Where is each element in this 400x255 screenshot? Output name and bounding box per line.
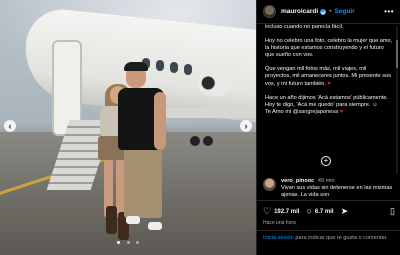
caption-paragraph: Hace un año dijimos 'Acá estamos' públic…	[265, 95, 393, 116]
carousel-dot	[135, 241, 139, 244]
plane-wheel	[190, 136, 200, 146]
comment-text: Vivan sus vidas sin detenerse en las mis…	[281, 185, 393, 198]
smile-emoji-icon: ☺	[371, 101, 378, 108]
post-actions: ♡ 192.7 mil ○ 6.7 mil ➤ ▯	[257, 200, 400, 222]
post-header: mauroicardi • Seguir •••	[257, 0, 400, 24]
post-caption: incluso cuando no parecía fácil. Hoy no …	[257, 24, 400, 174]
verified-badge-icon	[320, 8, 327, 15]
comment-username[interactable]: vero_pinooc	[281, 178, 314, 184]
carousel-next-button[interactable]: ›	[240, 120, 252, 132]
login-link[interactable]: Inicia sesión	[263, 235, 294, 241]
caption-paragraph: Que vengan mil fotos más, mil viajes, mi…	[265, 66, 393, 87]
post-timestamp: Hace una hora	[263, 220, 296, 226]
caption-paragraph: Hoy no celebro una foto, celebro la muje…	[265, 38, 393, 59]
load-more-comments-button[interactable]: +	[321, 156, 331, 166]
woman-boot	[106, 206, 117, 234]
heart-emoji-icon: ♥	[339, 108, 344, 115]
comment-timestamp: 49 min	[317, 178, 335, 184]
mention-link[interactable]: @sangrejaponesa	[293, 109, 339, 115]
caption-line: incluso cuando no parecía fácil.	[265, 24, 344, 30]
more-options-icon[interactable]: •••	[384, 7, 394, 16]
caption-text: Hoy te digo, 'Acá me quedo' para siempre…	[265, 101, 371, 108]
plane-wheel	[203, 136, 213, 146]
carousel-indicator	[0, 231, 256, 249]
post-photo[interactable]: ‹ ›	[0, 0, 256, 255]
login-prompt-text: para indicar que te gusta o comentar.	[295, 235, 388, 241]
carousel-dot	[117, 241, 121, 244]
plane-window	[156, 60, 164, 71]
username-link[interactable]: mauroicardi	[281, 8, 318, 15]
share-icon: ➤	[340, 206, 349, 216]
comment-avatar[interactable]	[263, 178, 276, 191]
man-pants	[124, 148, 162, 218]
comment-icon: ○	[306, 206, 312, 216]
post-side-panel: mauroicardi • Seguir ••• incluso cuando …	[256, 0, 400, 255]
man-shoe	[148, 222, 162, 230]
follow-button[interactable]: Seguir	[335, 8, 355, 15]
heart-emoji-icon: ♥	[327, 80, 331, 87]
caption-text: Hace un año dijimos 'Acá estamos' públic…	[265, 94, 389, 101]
share-button[interactable]: ➤	[341, 207, 349, 216]
separator: •	[329, 8, 332, 15]
avatar[interactable]	[263, 5, 276, 18]
plane-engine	[198, 70, 232, 96]
like-count: 192.7 mil	[274, 208, 300, 215]
comment-button[interactable]: ○ 6.7 mil	[306, 207, 333, 216]
carousel-prev-button[interactable]: ‹	[4, 120, 16, 132]
scrollbar-thumb[interactable]	[396, 40, 398, 68]
carousel-dot	[126, 241, 130, 244]
caption-text: Te Amo mi	[265, 108, 292, 115]
comment-body: vero_pinooc 49 min Vivan sus vidas sin d…	[281, 178, 395, 199]
plane-window	[170, 62, 178, 73]
plus-icon: +	[323, 156, 329, 165]
man-arm	[154, 92, 166, 150]
comment-item: vero_pinooc 49 min Vivan sus vidas sin d…	[263, 178, 395, 199]
login-prompt: Inicia sesión para indicar que te gusta …	[257, 230, 400, 243]
comment-count: 6.7 mil	[314, 208, 334, 215]
like-button[interactable]: ♡ 192.7 mil	[263, 207, 299, 216]
chevron-right-icon: ›	[244, 121, 248, 131]
bookmark-icon[interactable]: ▯	[390, 207, 395, 216]
heart-icon: ♡	[263, 206, 272, 216]
man-cap	[124, 62, 148, 71]
man-shoe	[126, 216, 140, 224]
chevron-left-icon: ‹	[8, 121, 12, 131]
plane-window	[184, 64, 192, 75]
